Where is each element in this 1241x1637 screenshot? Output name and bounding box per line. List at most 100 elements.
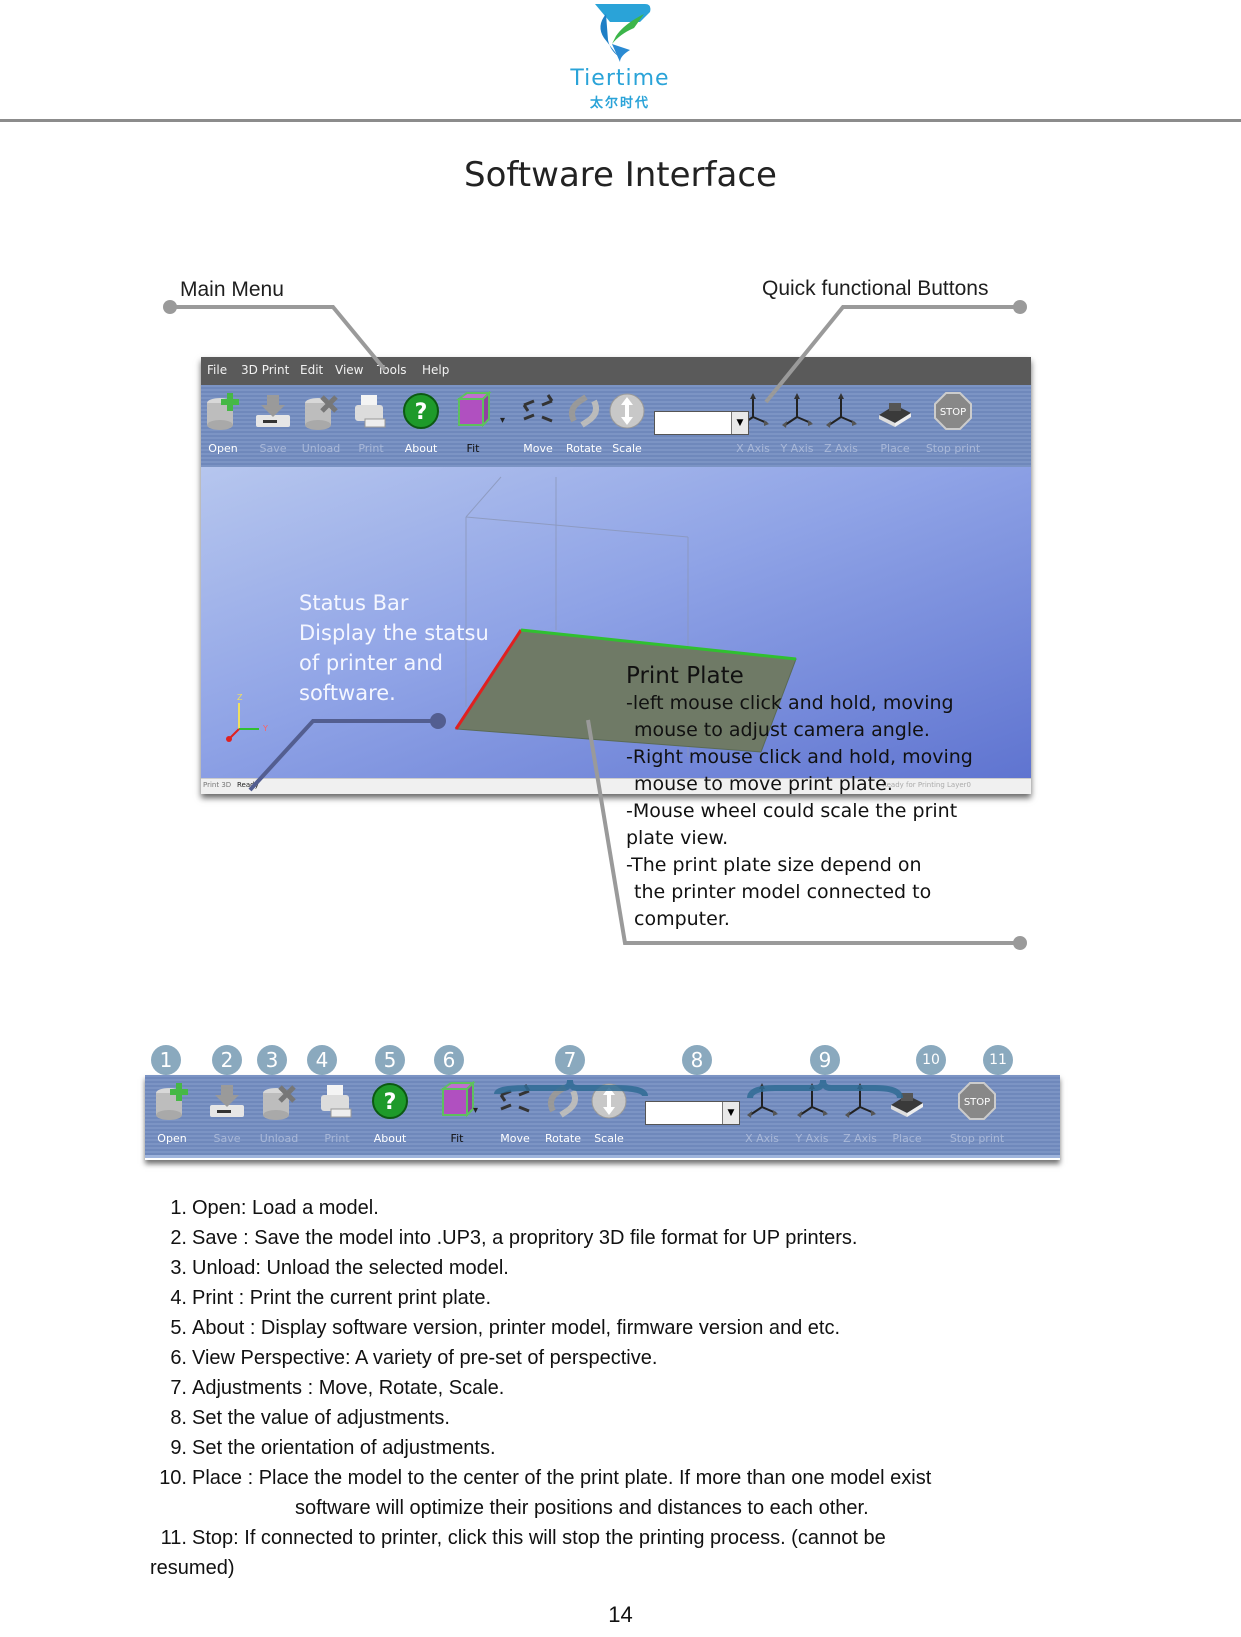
description-item: 11. Stop: If connected to printer, click …	[150, 1523, 1060, 1553]
open-icon	[203, 391, 243, 431]
toolbar-button-fit[interactable]: Fit	[451, 389, 495, 463]
button-descriptions: 1. Open: Load a model. 2. Save : Save the m…	[150, 1193, 1060, 1583]
axis-label-z: Z	[237, 693, 243, 702]
toolbar-button-z-axis[interactable]: Z Axis	[819, 389, 863, 463]
toolbar-button-label: Place	[892, 1132, 922, 1145]
print-icon	[317, 1081, 357, 1121]
menu-item-tools[interactable]: Tools	[377, 363, 407, 377]
status-bar-callout-title: Status Bar	[299, 591, 409, 615]
toolbar-button-save[interactable]: Save	[205, 1079, 249, 1153]
number-badge: 5	[375, 1045, 405, 1075]
z-axis-icon	[840, 1081, 880, 1121]
number-badge: 9	[810, 1045, 840, 1075]
status-bar-app-label: Print 3D	[203, 781, 232, 789]
about-icon: ?	[370, 1081, 410, 1121]
main-menu-bar: File 3D Print Edit View Tools Help	[201, 357, 1031, 385]
toolbar-button-stop-print[interactable]: STOP Stop print	[926, 389, 980, 463]
toolbar-button-place[interactable]: Place	[873, 389, 917, 463]
menu-item-3d-print[interactable]: 3D Print	[241, 363, 289, 377]
page-title: Software Interface	[464, 155, 777, 195]
description-text: Place : Place the model to the center of…	[192, 1467, 932, 1489]
toolbar-button-scale[interactable]: Scale	[605, 389, 649, 463]
description-number: 9.	[170, 1437, 187, 1459]
print-plate-callout: Print Plate -left mouse click and hold, …	[626, 662, 1006, 933]
status-bar-callout-line: Display the statsu	[299, 621, 489, 645]
quick-toolbar-annotated: Open Save Unload Print? About Fit Move Rotate Sc…	[145, 1075, 1060, 1158]
fit-view-icon	[437, 1080, 477, 1121]
svg-text:STOP: STOP	[964, 1097, 990, 1108]
save-icon	[253, 391, 293, 431]
print-plate-callout-line: mouse to move print plate.	[634, 773, 893, 795]
axis-indicator-icon	[226, 703, 259, 742]
description-text: Unload: Unload the selected model.	[192, 1257, 509, 1279]
status-bar-state: Ready	[237, 781, 259, 789]
description-item: 4. Print : Print the current print plate.	[150, 1283, 1060, 1313]
brand-name-chinese: 太尔时代	[589, 96, 650, 111]
description-item: 7. Adjustments : Move, Rotate, Scale.	[150, 1373, 1060, 1403]
print-plate-callout-line: mouse to adjust camera angle.	[634, 719, 930, 741]
description-number: 10.	[159, 1467, 187, 1489]
description-item: 5. About : Display software version, prin…	[150, 1313, 1060, 1343]
annotated-toolbar: Open Save Unload Print? About Fit Move Rotate Sc…	[145, 1075, 1060, 1160]
quick-buttons-callout-label: Quick functional Buttons	[762, 277, 989, 300]
description-text: About : Display software version, printe…	[192, 1317, 841, 1339]
number-badge: 7	[555, 1045, 585, 1075]
description-item: software will optimize their positions a…	[150, 1493, 1060, 1523]
about-icon: ?	[401, 391, 441, 431]
print-plate-callout-line: -Right mouse click and hold, moving	[626, 746, 973, 768]
print-plate-callout-line: computer.	[634, 908, 730, 930]
toolbar-button-print[interactable]: Print	[315, 1079, 359, 1153]
print-plate-callout-line: -Mouse wheel could scale the print	[626, 800, 958, 822]
fit-dropdown-arrow-icon[interactable]: ▾	[473, 1105, 478, 1116]
number-badge: 8	[682, 1045, 712, 1075]
description-item: 10. Place : Place the model to the center…	[150, 1463, 1060, 1493]
stop-icon: STOP	[933, 391, 973, 431]
svg-text:STOP: STOP	[940, 407, 966, 418]
description-item: resumed)	[150, 1553, 1060, 1583]
description-text: Open: Load a model.	[192, 1197, 379, 1219]
adjustment-value-dropdown[interactable]: ▼	[645, 1101, 740, 1125]
description-text: Save : Save the model into .UP3, a propr…	[192, 1227, 858, 1249]
toolbar-button-open[interactable]: Open	[150, 1079, 194, 1153]
menu-item-file[interactable]: File	[207, 363, 227, 377]
rotate-icon	[564, 391, 604, 431]
description-number: 3.	[170, 1257, 187, 1279]
print-icon	[351, 391, 391, 431]
number-badge: 6	[434, 1045, 464, 1075]
toolbar-button-label: Fit	[466, 442, 480, 455]
menu-item-view[interactable]: View	[335, 363, 363, 377]
adjustment-value-dropdown[interactable]: ▼	[654, 411, 749, 435]
fit-dropdown-arrow-icon[interactable]: ▾	[500, 415, 505, 426]
description-text: resumed)	[150, 1557, 235, 1579]
header-divider	[0, 119, 1241, 122]
number-badge: 4	[307, 1045, 337, 1075]
scale-icon	[607, 391, 647, 431]
description-number: 11.	[160, 1527, 187, 1549]
toolbar-button-scale[interactable]: Scale	[587, 1079, 631, 1153]
toolbar-button-unload[interactable]: Unload	[257, 1079, 301, 1153]
toolbar-button-about[interactable]: ? About	[399, 389, 443, 463]
toolbar-button-place[interactable]: Place	[885, 1079, 929, 1153]
description-text: Set the orientation of adjustments.	[192, 1437, 496, 1459]
toolbar-button-stop-print[interactable]: STOP Stop print	[950, 1079, 1004, 1153]
move-icon	[495, 1081, 535, 1121]
scale-icon	[589, 1081, 629, 1121]
x-axis-icon	[742, 1081, 782, 1121]
menu-item-help[interactable]: Help	[422, 363, 449, 377]
menu-item-edit[interactable]: Edit	[300, 363, 323, 377]
description-number: 4.	[170, 1287, 187, 1309]
toolbar-button-fit[interactable]: Fit	[435, 1079, 479, 1153]
chevron-down-icon: ▼	[722, 1102, 739, 1124]
number-badge: 11	[983, 1045, 1013, 1075]
save-icon	[207, 1081, 247, 1121]
number-badge: 10	[916, 1045, 946, 1075]
description-number: 1.	[170, 1197, 187, 1219]
toolbar-button-label: Scale	[594, 1132, 624, 1145]
toolbar-button-about[interactable]: ? About	[368, 1079, 412, 1153]
page-number: 14	[608, 1602, 633, 1627]
axis-label-y: Y	[262, 724, 268, 733]
brand-name: Tiertime	[570, 66, 670, 91]
print-plate-callout-line: plate view.	[626, 827, 729, 849]
description-item: 9. Set the orientation of adjustments.	[150, 1433, 1060, 1463]
svg-text:?: ?	[415, 400, 428, 425]
